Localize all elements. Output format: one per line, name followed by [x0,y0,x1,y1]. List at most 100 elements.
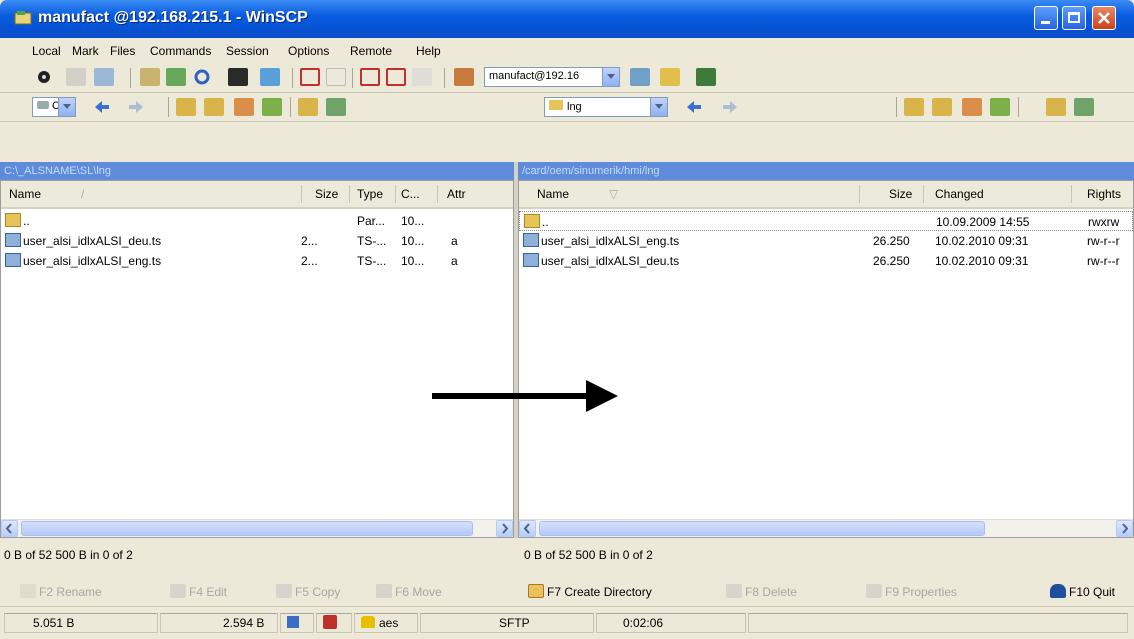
remote-back-icon[interactable] [684,98,704,116]
save-session-icon[interactable] [660,68,680,86]
table-row[interactable]: user_alsi_idlxALSI_deu.ts 2... TS-... 10… [1,231,513,251]
session-combo[interactable]: manufact@192.16 [484,67,620,87]
column-divider[interactable] [395,185,396,203]
queue-icon[interactable] [66,68,86,86]
unselect-files-icon[interactable] [326,68,346,86]
select-files-icon[interactable] [300,68,320,86]
scroll-left-button[interactable] [1,520,18,537]
table-row[interactable]: user_alsi_idlxALSI_eng.ts 2... TS-... 10… [1,251,513,271]
column-divider[interactable] [437,185,438,203]
remote-tree-icon[interactable] [1074,98,1094,116]
invert-selection-icon[interactable] [386,68,406,86]
chevron-down-icon[interactable] [602,68,619,86]
table-row[interactable]: user_alsi_idlxALSI_deu.ts 26.250 10.02.2… [519,251,1133,271]
f10-quit-button[interactable]: F10 Quit [1050,584,1115,599]
remote-root-directory-icon[interactable] [932,98,952,116]
table-row[interactable]: user_alsi_idlxALSI_eng.ts 26.250 10.02.2… [519,231,1133,251]
left-path-bar[interactable]: C:\_ALSNAME\SL\lng [0,162,514,180]
column-size[interactable]: Size [889,187,912,201]
remote-horizontal-scrollbar[interactable] [519,519,1133,537]
refresh-panel-icon[interactable] [262,98,282,116]
menu-local[interactable]: Local [32,44,61,58]
f9-properties-button[interactable]: F9 Properties [866,584,957,599]
refresh-icon[interactable] [192,68,212,86]
filter-icon[interactable] [360,68,380,86]
open-folder-icon[interactable] [298,98,318,116]
menu-session[interactable]: Session [226,44,269,58]
remote-file-panel[interactable]: Name ▽ Size Changed Rights .. 10.09.2009… [518,180,1134,538]
back-icon[interactable] [92,98,112,116]
scrollbar-thumb[interactable] [539,521,985,536]
local-file-panel[interactable]: Name / Size Type C... Attr .. Par... 10.… [0,180,514,538]
f5-copy-button[interactable]: F5 Copy [276,584,340,599]
compare-icon[interactable] [140,68,160,86]
forward-icon[interactable] [126,98,146,116]
column-attr[interactable]: Attr [447,187,466,201]
menu-mark[interactable]: Mark [72,44,99,58]
bytes-sent: 5.051 B [4,613,158,633]
menu-files[interactable]: Files [110,44,135,58]
workspace-icon[interactable] [696,68,716,86]
column-divider[interactable] [1071,185,1072,203]
f8-delete-button[interactable]: F8 Delete [726,584,797,599]
home-directory-icon[interactable] [234,98,254,116]
menu-commands[interactable]: Commands [150,44,211,58]
table-row[interactable]: .. Par... 10... [1,211,513,231]
local-horizontal-scrollbar[interactable] [1,519,513,537]
maximize-icon [1068,12,1080,23]
right-path-text: /card/oem/sinumerik/hmi/lng [522,165,660,177]
chevron-down-icon[interactable] [58,98,75,116]
column-name[interactable]: Name [537,187,569,201]
column-name[interactable]: Name [9,187,41,201]
table-row[interactable]: .. 10.09.2009 14:55 rwxrw [519,211,1133,231]
menu-help[interactable]: Help [416,44,441,58]
menu-remote[interactable]: Remote [350,44,392,58]
close-button[interactable] [1092,6,1116,30]
remote-open-folder-icon[interactable] [1046,98,1066,116]
synchronize-icon[interactable] [166,68,186,86]
minimize-button[interactable] [1034,6,1058,30]
title-bar[interactable]: manufact @192.168.215.1 - WinSCP [0,0,1134,38]
column-size[interactable]: Size [315,187,338,201]
scroll-left-button[interactable] [519,520,536,537]
scroll-right-button[interactable] [496,520,513,537]
column-divider[interactable] [349,185,350,203]
terminal-icon[interactable] [94,68,114,86]
preferences-icon[interactable] [34,68,54,86]
scroll-right-button[interactable] [1116,520,1133,537]
column-changed[interactable]: C... [401,187,420,201]
f6-move-button[interactable]: F6 Move [376,584,442,599]
remote-home-directory-icon[interactable] [962,98,982,116]
remote-parent-directory-icon[interactable] [904,98,924,116]
column-rights[interactable]: Rights [1087,187,1121,201]
local-drive-combo[interactable]: C [32,97,76,117]
parent-directory-icon[interactable] [176,98,196,116]
column-changed[interactable]: Changed [935,187,984,201]
remote-directory-combo[interactable]: lng [544,97,668,117]
column-divider[interactable] [923,185,924,203]
file-changed: 10.02.2010 09:31 [935,254,1029,268]
putty-icon[interactable] [260,68,280,86]
remote-panel-status: 0 B of 52 500 B in 0 of 2 [524,548,653,562]
disconnect-icon[interactable] [630,68,650,86]
f4-edit-button[interactable]: F4 Edit [170,584,227,599]
new-session-icon[interactable] [454,68,474,86]
scrollbar-thumb[interactable] [21,521,473,536]
file-changed: 10... [401,254,425,268]
f7-create-directory-button[interactable]: F7 Create Directory [528,584,652,599]
column-type[interactable]: Type [357,187,383,201]
tree-icon[interactable] [326,98,346,116]
right-path-bar[interactable]: /card/oem/sinumerik/hmi/lng [518,162,1134,180]
root-directory-icon[interactable] [204,98,224,116]
remote-refresh-icon[interactable] [990,98,1010,116]
maximize-button[interactable] [1062,6,1086,30]
f2-rename-button[interactable]: F2 Rename [20,584,102,599]
menu-options[interactable]: Options [288,44,329,58]
console-icon[interactable] [228,68,248,86]
chevron-down-icon[interactable] [650,98,667,116]
transfer-settings-icon[interactable] [412,68,432,86]
properties-icon [866,584,882,598]
remote-forward-icon[interactable] [720,98,740,116]
column-divider[interactable] [859,185,860,203]
column-divider[interactable] [301,185,302,203]
